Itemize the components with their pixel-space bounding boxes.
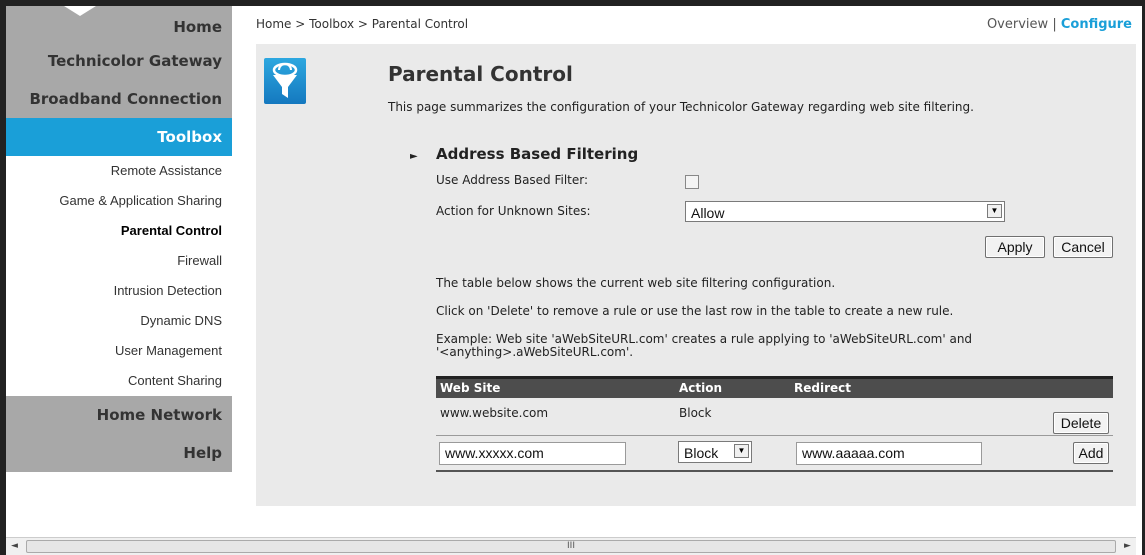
breadcrumb: Home > Toolbox > Parental Control bbox=[256, 17, 469, 31]
rules-table: Web Site Action Redirect www.website.com… bbox=[436, 376, 1113, 472]
nav-home-network[interactable]: Home Network bbox=[6, 396, 232, 434]
nav-toolbox[interactable]: Toolbox bbox=[6, 118, 232, 156]
chevron-down-icon[interactable]: ▼ bbox=[987, 204, 1002, 218]
page-title: Parental Control bbox=[388, 62, 573, 86]
new-redirect-input[interactable]: www.aaaaa.com bbox=[796, 442, 982, 465]
nav-help-label: Help bbox=[183, 444, 222, 462]
add-button[interactable]: Add bbox=[1073, 442, 1109, 464]
use-filter-label: Use Address Based Filter: bbox=[436, 173, 589, 187]
overview-link[interactable]: Overview bbox=[987, 17, 1048, 32]
sidebar-item-user-management[interactable]: User Management bbox=[6, 336, 232, 366]
cancel-button[interactable]: Cancel bbox=[1053, 236, 1113, 258]
row-website: www.website.com bbox=[440, 406, 549, 420]
scroll-right-icon[interactable]: ► bbox=[1119, 538, 1136, 555]
unknown-sites-value: Allow bbox=[691, 205, 725, 221]
nav-toolbox-label: Toolbox bbox=[157, 128, 222, 146]
table-header: Web Site Action Redirect bbox=[436, 376, 1113, 398]
apply-button[interactable]: Apply bbox=[985, 236, 1045, 258]
nav-broadband-label: Broadband Connection bbox=[29, 90, 222, 108]
section-title: Address Based Filtering bbox=[436, 145, 639, 163]
new-website-input[interactable]: www.xxxxx.com bbox=[439, 442, 626, 465]
top-bar: Home > Toolbox > Parental Control Overvi… bbox=[232, 6, 1136, 34]
new-action-select[interactable]: Block ▼ bbox=[678, 441, 752, 463]
info-text-table: The table below shows the current web si… bbox=[436, 276, 836, 290]
chevron-down-icon[interactable]: ▼ bbox=[734, 444, 749, 458]
sidebar-item-firewall[interactable]: Firewall bbox=[6, 246, 232, 276]
page-description: This page summarizes the configuration o… bbox=[388, 100, 974, 114]
nav-home-label: Home bbox=[173, 18, 222, 36]
column-header-website: Web Site bbox=[440, 381, 501, 395]
scroll-thumb[interactable]: III bbox=[26, 540, 1116, 553]
info-text-example: Example: Web site 'aWebSiteURL.com' crea… bbox=[436, 332, 973, 359]
horizontal-scrollbar[interactable]: ◄ III ► bbox=[6, 537, 1136, 555]
nav-home-network-label: Home Network bbox=[96, 406, 222, 424]
configure-link[interactable]: Configure bbox=[1061, 17, 1132, 32]
column-header-action: Action bbox=[679, 381, 723, 395]
use-filter-checkbox[interactable] bbox=[685, 175, 699, 189]
nav-gateway-label: Technicolor Gateway bbox=[47, 52, 222, 70]
delete-button[interactable]: Delete bbox=[1053, 412, 1109, 434]
info-text-delete: Click on 'Delete' to remove a rule or us… bbox=[436, 304, 954, 318]
nav-help[interactable]: Help bbox=[6, 434, 232, 472]
sidebar-item-content-sharing[interactable]: Content Sharing bbox=[6, 366, 232, 396]
parental-control-icon bbox=[264, 58, 306, 104]
sidebar-item-game-app-sharing[interactable]: Game & Application Sharing bbox=[6, 186, 232, 216]
view-links-separator: | bbox=[1052, 17, 1057, 32]
column-header-redirect: Redirect bbox=[794, 381, 851, 395]
sidebar-item-parental-control[interactable]: Parental Control bbox=[6, 216, 232, 246]
sidebar-item-intrusion-detection[interactable]: Intrusion Detection bbox=[6, 276, 232, 306]
nav-technicolor-gateway[interactable]: Technicolor Gateway bbox=[6, 42, 232, 80]
main-panel: Parental Control This page summarizes th… bbox=[256, 44, 1136, 506]
nav-broadband-connection[interactable]: Broadband Connection bbox=[6, 80, 232, 118]
sidebar-item-remote-assistance[interactable]: Remote Assistance bbox=[6, 156, 232, 186]
sidebar-item-dynamic-dns[interactable]: Dynamic DNS bbox=[6, 306, 232, 336]
notch-decoration bbox=[64, 6, 96, 16]
view-links: Overview | Configure bbox=[987, 17, 1132, 32]
nav-home[interactable]: Home bbox=[6, 6, 232, 42]
new-rule-row: www.xxxxx.com Block ▼ www.aaaaa.com Add bbox=[436, 436, 1113, 472]
unknown-sites-label: Action for Unknown Sites: bbox=[436, 204, 591, 218]
scroll-left-icon[interactable]: ◄ bbox=[6, 538, 23, 555]
unknown-sites-select[interactable]: Allow ▼ bbox=[685, 201, 1005, 222]
sidebar: Home Technicolor Gateway Broadband Conne… bbox=[6, 6, 232, 536]
table-row: www.website.com Block Delete bbox=[436, 398, 1113, 436]
section-arrow-icon: ► bbox=[410, 151, 418, 162]
new-action-value: Block bbox=[684, 445, 719, 461]
row-action: Block bbox=[679, 406, 712, 420]
